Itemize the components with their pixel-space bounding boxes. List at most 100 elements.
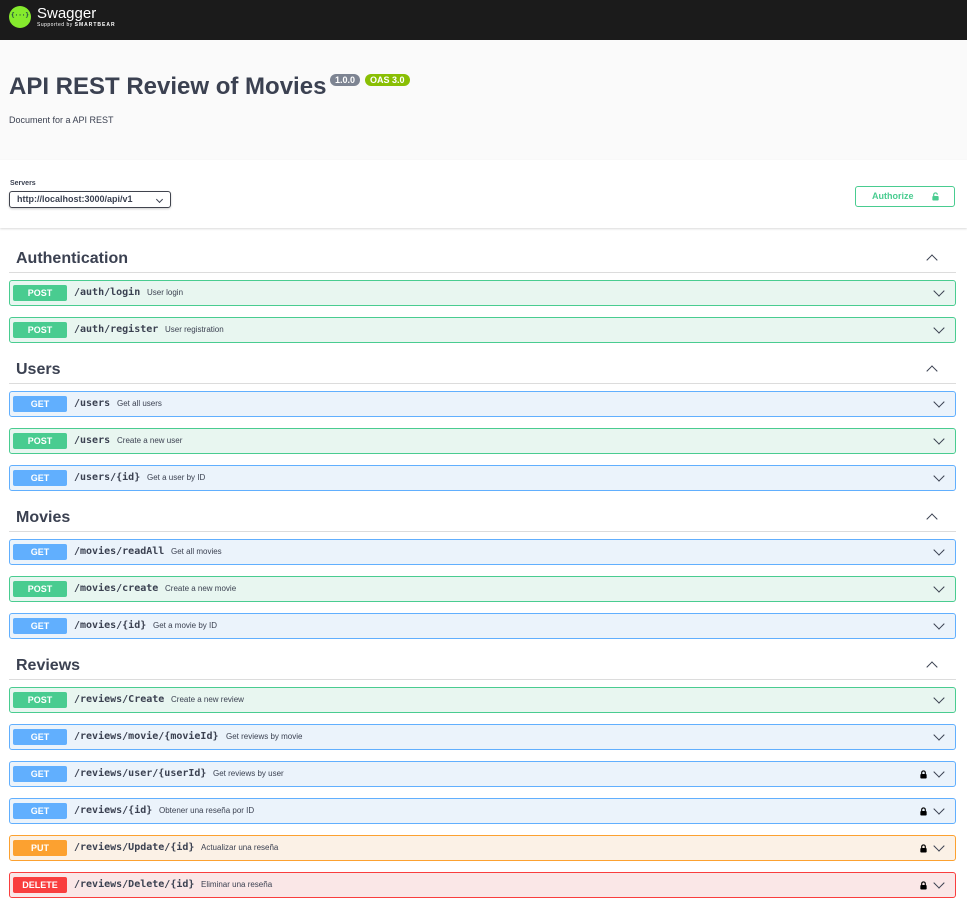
- logo-sub-prefix: Supported by: [37, 22, 73, 28]
- swagger-logo[interactable]: Swagger Supported by SMARTBEAR: [9, 6, 116, 28]
- servers-select[interactable]: http://localhost:3000/api/v1: [9, 191, 171, 208]
- operation-post-auth-register[interactable]: POST/auth/register User registration: [9, 317, 956, 343]
- operation-path: /reviews/{id}: [74, 805, 153, 816]
- method-badge: GET: [13, 396, 67, 412]
- operation-get-reviews-user-userid[interactable]: GET/reviews/user/{userId} Get reviews by …: [9, 761, 956, 787]
- method-badge: POST: [13, 285, 67, 301]
- chevron-down-icon[interactable]: [933, 766, 945, 778]
- operation-post-reviews-create[interactable]: POST/reviews/Create Create a new review: [9, 687, 956, 713]
- chevron-down-icon[interactable]: [933, 544, 945, 556]
- operation-summary: Get reviews by user: [213, 769, 284, 778]
- logo-title: Swagger: [37, 5, 97, 22]
- logo-text: Swagger Supported by SMARTBEAR: [37, 6, 116, 28]
- operation-path: /reviews/Delete/{id}: [74, 879, 195, 890]
- chevron-down-icon[interactable]: [933, 470, 945, 482]
- operation-summary: Create a new movie: [165, 584, 237, 593]
- operation-path: /movies/{id}: [74, 620, 147, 631]
- method-badge: GET: [13, 544, 67, 560]
- operation-path: /reviews/user/{userId}: [74, 768, 207, 779]
- chevron-up-icon[interactable]: [926, 365, 938, 377]
- lock-icon[interactable]: [919, 807, 928, 816]
- operation-get-movies-id[interactable]: GET/movies/{id} Get a movie by ID: [9, 613, 956, 639]
- operation-post-auth-login[interactable]: POST/auth/login User login: [9, 280, 956, 306]
- operation-summary: Get all users: [117, 399, 162, 408]
- chevron-down-icon: [155, 195, 164, 204]
- method-badge: GET: [13, 803, 67, 819]
- operation-summary: Actualizar una reseña: [201, 843, 279, 852]
- oas-badge: OAS 3.0: [365, 74, 410, 86]
- operation-get-reviews-movie-movieid[interactable]: GET/reviews/movie/{movieId} Get reviews b…: [9, 724, 956, 750]
- api-description: Document for a API REST: [9, 115, 114, 125]
- method-badge: GET: [13, 470, 67, 486]
- operation-path: /users: [74, 398, 111, 409]
- swagger-logo-icon: [9, 6, 31, 28]
- unlocked-icon: [932, 192, 939, 201]
- method-badge: POST: [13, 322, 67, 338]
- tag-section-users[interactable]: Users: [9, 355, 956, 384]
- operation-get-movies-readall[interactable]: GET/movies/readAll Get all movies: [9, 539, 956, 565]
- logo-subtitle: Supported by SMARTBEAR: [37, 23, 116, 28]
- operation-post-movies-create[interactable]: POST/movies/create Create a new movie: [9, 576, 956, 602]
- chevron-down-icon[interactable]: [933, 803, 945, 815]
- chevron-up-icon[interactable]: [926, 661, 938, 673]
- chevron-up-icon[interactable]: [926, 513, 938, 525]
- tag-name: Reviews: [16, 657, 81, 674]
- lock-icon[interactable]: [919, 844, 928, 853]
- chevron-down-icon[interactable]: [933, 877, 945, 889]
- page-title: API REST Review of Movies: [9, 73, 327, 100]
- authorize-button[interactable]: Authorize: [855, 186, 955, 207]
- operation-summary: Obtener una reseña por ID: [159, 806, 255, 815]
- schemes-bar: Servers http://localhost:3000/api/v1 Aut…: [0, 160, 967, 228]
- chevron-down-icon[interactable]: [933, 618, 945, 630]
- tag-section-authentication[interactable]: Authentication: [9, 244, 956, 273]
- chevron-down-icon[interactable]: [933, 840, 945, 852]
- chevron-down-icon[interactable]: [933, 285, 945, 297]
- operation-path: /reviews/Create: [74, 694, 165, 705]
- operation-path: /users/{id}: [74, 472, 141, 483]
- lock-icon[interactable]: [919, 881, 928, 890]
- servers-selected-value: http://localhost:3000/api/v1: [17, 194, 133, 204]
- operation-summary: Get reviews by movie: [226, 732, 303, 741]
- operation-summary: Eliminar una reseña: [201, 880, 273, 889]
- operation-path: /movies/create: [74, 583, 159, 594]
- method-badge: DELETE: [13, 877, 67, 893]
- operation-path: /users: [74, 435, 111, 446]
- method-badge: POST: [13, 692, 67, 708]
- tag-name: Authentication: [16, 250, 128, 267]
- operation-summary: Get a movie by ID: [153, 621, 218, 630]
- logo-sub-brand: SMARTBEAR: [74, 22, 116, 28]
- method-badge: GET: [13, 618, 67, 634]
- chevron-down-icon[interactable]: [933, 433, 945, 445]
- chevron-down-icon[interactable]: [933, 692, 945, 704]
- operation-path: /auth/register: [74, 324, 159, 335]
- operation-path: /movies/readAll: [74, 546, 165, 557]
- operation-delete-reviews-delete-id[interactable]: DELETE/reviews/Delete/{id} Eliminar una r…: [9, 872, 956, 898]
- operation-summary: User login: [147, 288, 184, 297]
- operation-summary: Create a new review: [171, 695, 244, 704]
- operation-post-users[interactable]: POST/users Create a new user: [9, 428, 956, 454]
- lock-icon[interactable]: [919, 770, 928, 779]
- operation-summary: Get all movies: [171, 547, 222, 556]
- chevron-down-icon[interactable]: [933, 581, 945, 593]
- method-badge: POST: [13, 581, 67, 597]
- authorize-label: Authorize: [872, 191, 914, 201]
- topbar: Swagger Supported by SMARTBEAR: [0, 0, 967, 40]
- chevron-down-icon[interactable]: [933, 396, 945, 408]
- operation-get-reviews-id[interactable]: GET/reviews/{id} Obtener una reseña por I…: [9, 798, 956, 824]
- operation-path: /reviews/Update/{id}: [74, 842, 195, 853]
- operation-get-users[interactable]: GET/users Get all users: [9, 391, 956, 417]
- tag-name: Users: [16, 361, 61, 378]
- operation-path: /reviews/movie/{movieId}: [74, 731, 219, 742]
- tag-section-reviews[interactable]: Reviews: [9, 651, 956, 680]
- servers-label: Servers: [10, 180, 36, 187]
- method-badge: GET: [13, 766, 67, 782]
- chevron-down-icon[interactable]: [933, 322, 945, 334]
- chevron-down-icon[interactable]: [933, 729, 945, 741]
- operation-put-reviews-update-id[interactable]: PUT/reviews/Update/{id} Actualizar una re…: [9, 835, 956, 861]
- method-badge: POST: [13, 433, 67, 449]
- chevron-up-icon[interactable]: [926, 254, 938, 266]
- operation-path: /auth/login: [74, 287, 141, 298]
- operation-get-users-id[interactable]: GET/users/{id} Get a user by ID: [9, 465, 956, 491]
- tag-section-movies[interactable]: Movies: [9, 503, 956, 532]
- operation-summary: Get a user by ID: [147, 473, 206, 482]
